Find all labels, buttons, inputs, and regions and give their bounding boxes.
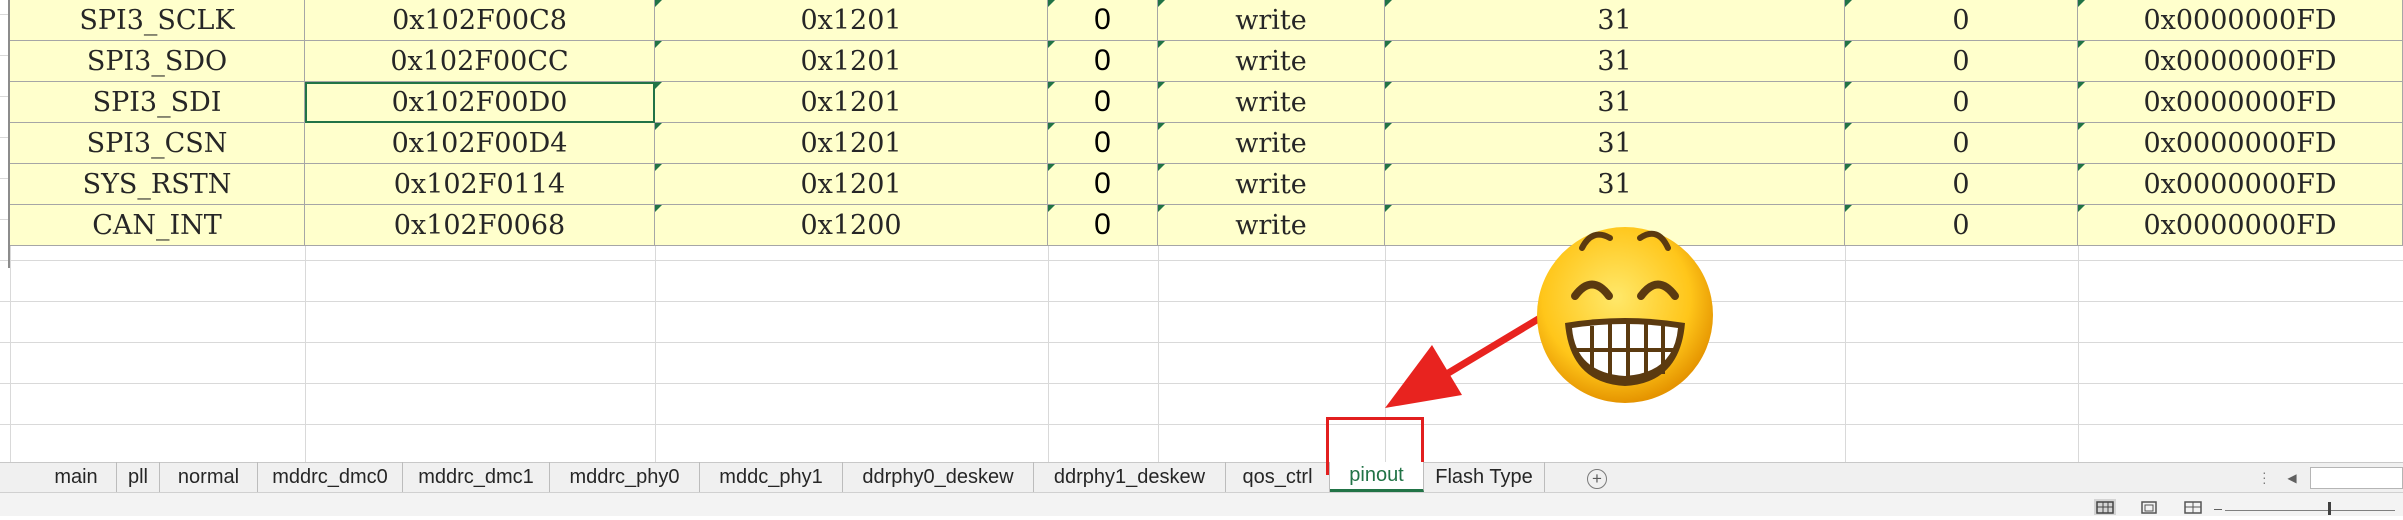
table-cell[interactable]: write (1158, 0, 1385, 41)
table-cell[interactable]: 0x1201 (655, 123, 1048, 164)
table-cell[interactable]: 31 (1385, 123, 1845, 164)
table-cell[interactable]: 0x0000000FD (2078, 123, 2403, 164)
table-row: SPI3_SDO 0x102F00CC 0x1201 0 write 31 0 0x00000… (10, 41, 2403, 82)
tab-mddrc-dmc0[interactable]: mddrc_dmc0 (258, 462, 403, 492)
table-cell[interactable]: 31 (1385, 0, 1845, 41)
tab-mddrc-phy0[interactable]: mddrc_phy0 (550, 462, 700, 492)
table-cell[interactable]: 0 (1845, 0, 2078, 41)
table-cell[interactable]: 0x102F00D0 (305, 82, 655, 123)
table-row: SPI3_SCLK 0x102F00C8 0x1201 0 write 31 0 0x0000… (10, 0, 2403, 41)
gridline-horizontal (0, 260, 2403, 261)
table-cell[interactable]: 31 (1385, 164, 1845, 205)
spreadsheet-grid[interactable]: SPI3_SCLK 0x102F00C8 0x1201 0 write 31 0 0x0000… (0, 0, 2403, 468)
horizontal-scrollbar[interactable] (2310, 467, 2403, 489)
table-cell[interactable]: 0x0000000FD (2078, 164, 2403, 205)
zoom-slider[interactable] (2225, 510, 2395, 511)
table-cell[interactable]: 0x102F00D4 (305, 123, 655, 164)
table-cell[interactable]: 0 (1048, 0, 1158, 41)
table-cell[interactable]: 0x102F00CC (305, 41, 655, 82)
page-layout-icon[interactable] (2138, 499, 2160, 515)
table-cell[interactable]: 0x0000000FD (2078, 205, 2403, 246)
table-cell[interactable]: 0 (1845, 41, 2078, 82)
table-row: CAN_INT 0x102F0068 0x1200 0 write 0 0x0000000F… (10, 205, 2403, 246)
row-header-edge (8, 0, 10, 268)
table-row: SPI3_CSN 0x102F00D4 0x1201 0 write 31 0 0x00000… (10, 123, 2403, 164)
table-cell[interactable]: 0x102F0114 (305, 164, 655, 205)
table-cell[interactable]: 0 (1048, 82, 1158, 123)
tab-splitter-handle[interactable]: · · · (2262, 465, 2267, 489)
table-cell[interactable]: SPI3_SCLK (10, 0, 305, 41)
table-cell[interactable]: 0 (1845, 164, 2078, 205)
tab-ddrphy1-deskew[interactable]: ddrphy1_deskew (1034, 462, 1226, 492)
table-cell[interactable]: 0x1201 (655, 164, 1048, 205)
table-cell[interactable]: 0 (1845, 205, 2078, 246)
table-cell[interactable]: SPI3_SDI (10, 82, 305, 123)
page-break-preview-icon[interactable] (2182, 499, 2204, 515)
table-cell[interactable]: 0 (1048, 41, 1158, 82)
table-cell[interactable]: 0 (1048, 164, 1158, 205)
plus-circle-icon[interactable]: + (1587, 469, 1607, 489)
tab-ddrphy0-deskew[interactable]: ddrphy0_deskew (843, 462, 1034, 492)
table-cell[interactable]: write (1158, 41, 1385, 82)
gridline-horizontal (0, 383, 2403, 384)
tab-normal[interactable]: normal (160, 462, 258, 492)
table-cell[interactable]: SPI3_SDO (10, 41, 305, 82)
table-cell[interactable]: 0 (1845, 82, 2078, 123)
table-cell[interactable]: 31 (1385, 82, 1845, 123)
table-cell[interactable]: SPI3_CSN (10, 123, 305, 164)
gridline-horizontal (0, 301, 2403, 302)
table-cell[interactable]: 0x0000000FD (2078, 0, 2403, 41)
table-cell[interactable]: write (1158, 82, 1385, 123)
table-cell[interactable]: write (1158, 164, 1385, 205)
table-cell[interactable]: 0 (1048, 123, 1158, 164)
table-cell[interactable]: 31 (1385, 41, 1845, 82)
table-cell[interactable]: 0x1200 (655, 205, 1048, 246)
table-cell[interactable]: write (1158, 205, 1385, 246)
tab-flash-type[interactable]: Flash Type (1424, 462, 1545, 492)
table-cell[interactable]: 0x102F0068 (305, 205, 655, 246)
zoom-out-icon[interactable] (2214, 509, 2222, 510)
tab-pll[interactable]: pll (117, 462, 160, 492)
tab-mddrc-dmc1[interactable]: mddrc_dmc1 (403, 462, 550, 492)
zoom-slider-knob[interactable] (2328, 502, 2331, 515)
gridline-horizontal (0, 342, 2403, 343)
gridline-horizontal (0, 424, 2403, 425)
grinning-face-emoji (1537, 227, 1713, 403)
table-cell[interactable]: 0x102F00C8 (305, 0, 655, 41)
tab-qos-ctrl[interactable]: qos_ctrl (1226, 462, 1330, 492)
tab-main[interactable]: main (36, 462, 117, 492)
table-cell[interactable]: SYS_RSTN (10, 164, 305, 205)
table-row: SYS_RSTN 0x102F0114 0x1201 0 write 31 0 0x00000… (10, 164, 2403, 205)
tab-mddc-phy1[interactable]: mddc_phy1 (700, 462, 843, 492)
table-cell[interactable]: 0x1201 (655, 82, 1048, 123)
table-cell[interactable]: 0x1201 (655, 0, 1048, 41)
status-bar (0, 492, 2403, 516)
table-cell[interactable]: write (1158, 123, 1385, 164)
table-cell[interactable]: 0 (1048, 205, 1158, 246)
table-cell[interactable]: CAN_INT (10, 205, 305, 246)
table-cell[interactable]: 0 (1845, 123, 2078, 164)
normal-view-icon[interactable] (2094, 499, 2116, 515)
caret-left-icon[interactable]: ◀ (2282, 468, 2302, 488)
tab-pinout[interactable]: pinout (1330, 462, 1424, 492)
table-cell[interactable]: 0x0000000FD (2078, 82, 2403, 123)
table-cell[interactable]: 0x0000000FD (2078, 41, 2403, 82)
table-row: SPI3_SDI 0x102F00D0 0x1201 0 write 31 0 0x00000… (10, 82, 2403, 123)
table-cell[interactable]: 0x1201 (655, 41, 1048, 82)
